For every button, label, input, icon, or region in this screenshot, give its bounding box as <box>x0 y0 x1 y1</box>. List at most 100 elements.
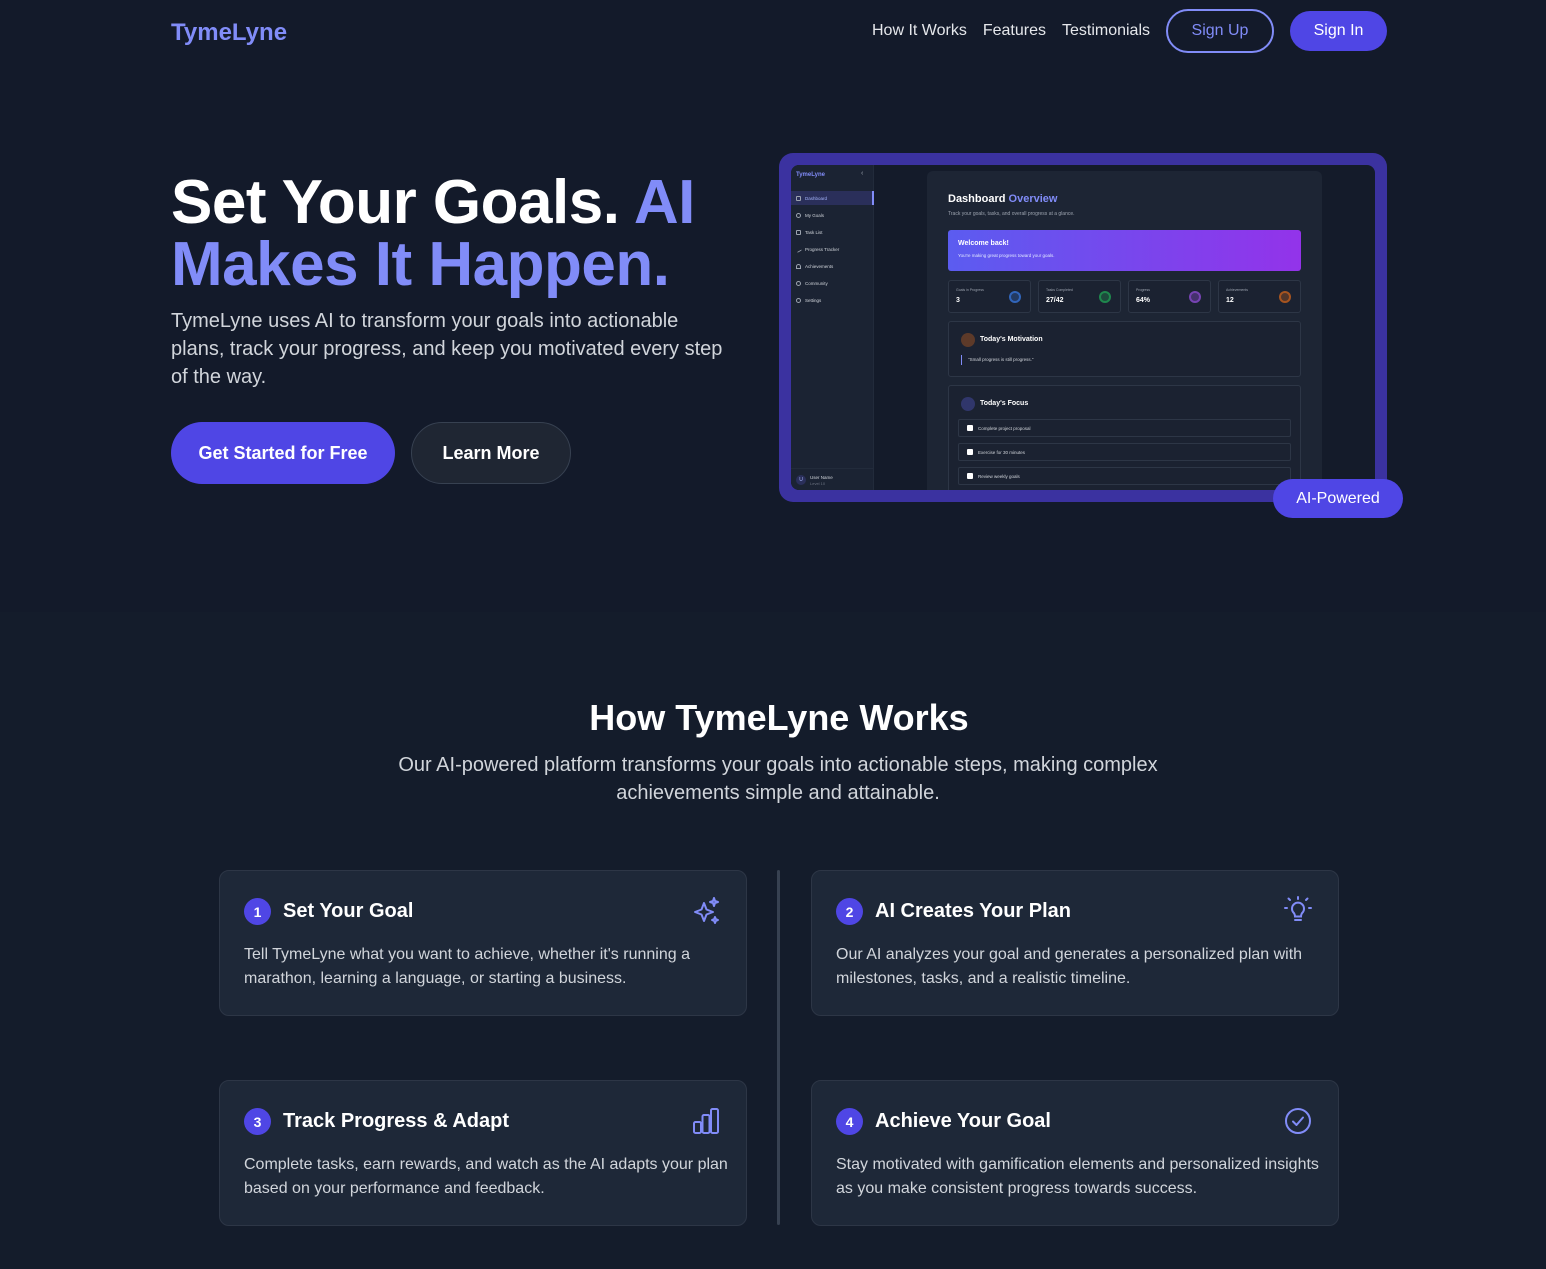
preview-nav-label: Task List <box>805 229 823 235</box>
step-description: Complete tasks, earn rewards, and watch … <box>244 1156 728 1197</box>
preview-nav-label: My Goals <box>805 212 825 218</box>
hero-description: TymeLyne uses AI to transform your goals… <box>171 310 723 388</box>
check-circle-icon <box>1285 1108 1311 1134</box>
step-number: 3 <box>244 1108 271 1135</box>
preview-nav-achievements: Achievements <box>791 259 874 273</box>
step-title: Achieve Your Goal <box>875 1110 1051 1132</box>
preview-user: U User Name Level 10 <box>791 468 874 490</box>
preview-nav-progress: Progress Tracker <box>791 242 874 256</box>
stat-value: 12 <box>1226 297 1234 304</box>
chevron-left-icon: ‹ <box>861 170 864 177</box>
nav-link-testimonials[interactable]: Testimonials <box>1062 22 1150 40</box>
preview-title-accent: Overview <box>1008 193 1058 205</box>
award-icon <box>796 263 801 269</box>
gear-icon <box>796 297 801 303</box>
stat-card: Progress 64% <box>1128 280 1211 313</box>
preview-nav-settings: Settings <box>791 293 874 307</box>
how-title: How TymeLyne Works <box>589 697 969 738</box>
step-title: Track Progress & Adapt <box>283 1110 510 1132</box>
sign-in-button[interactable]: Sign In <box>1290 11 1387 51</box>
timeline-divider <box>777 870 780 1225</box>
checkbox <box>967 425 973 431</box>
top-nav: TymeLyne How It Works Features Testimoni… <box>0 0 1546 64</box>
target-icon <box>1009 291 1021 303</box>
motivation-title: Today's Motivation <box>980 336 1043 343</box>
preview-nav-tasks: Task List <box>791 225 874 239</box>
preview-nav-label: Dashboard <box>805 195 828 201</box>
stat-value: 27/42 <box>1046 297 1064 304</box>
motivation-card: Today's Motivation "Small progress is st… <box>948 321 1301 377</box>
focus-card: Today's Focus Complete project proposal … <box>948 385 1301 490</box>
checkbox <box>967 473 973 479</box>
step-description: Tell TymeLyne what you want to achieve, … <box>244 946 690 987</box>
preview-logo: TymeLyne <box>796 172 826 178</box>
step-description: Our AI analyzes your goal and generates … <box>836 946 1303 987</box>
dashboard-icon <box>796 195 801 201</box>
hero-title: Set Your Goals. AI Makes It Happen. <box>171 172 731 296</box>
nav-link-how-it-works[interactable]: How It Works <box>872 22 967 40</box>
step-title: Set Your Goal <box>283 900 414 922</box>
nav-links: How It Works Features Testimonials Sign … <box>872 9 1387 53</box>
step-number: 4 <box>836 1108 863 1135</box>
step-description: Stay motivated with gamification element… <box>836 1156 1319 1197</box>
welcome-title: Welcome back! <box>958 240 1009 247</box>
stat-card: Achievements 12 <box>1218 280 1301 313</box>
logo[interactable]: TymeLyne <box>171 19 287 47</box>
preview-user-name: User Name <box>810 475 833 480</box>
nav-link-features[interactable]: Features <box>983 22 1046 40</box>
preview-title-white: Dashboard <box>948 193 1006 205</box>
award-icon <box>1279 291 1291 303</box>
step-card-3: 3 Track Progress & Adapt Complete tasks,… <box>219 1080 747 1226</box>
avatar: U <box>796 475 806 485</box>
stat-label: Achievements <box>1226 288 1248 292</box>
learn-more-button[interactable]: Learn More <box>411 422 571 484</box>
stat-label: Tasks Completed <box>1046 288 1073 292</box>
ai-powered-badge: AI-Powered <box>1273 479 1403 518</box>
get-started-button[interactable]: Get Started for Free <box>171 422 395 484</box>
preview-main-panel: Dashboard Overview Track your goals, tas… <box>927 171 1322 490</box>
task-label: Complete project proposal <box>978 425 1031 431</box>
checklist-icon <box>796 229 801 235</box>
preview-user-level: Level 10 <box>810 481 826 486</box>
preview-welcome-banner: Welcome back! You're making great progre… <box>948 230 1301 271</box>
sparkle-icon <box>961 333 975 347</box>
step-number: 2 <box>836 898 863 925</box>
preview-nav-dashboard: Dashboard <box>791 191 874 205</box>
preview-sidebar: TymeLyne ‹ Dashboard My Goals Task List … <box>791 165 874 490</box>
stat-value: 64% <box>1136 297 1151 304</box>
bar-chart-icon <box>693 1108 719 1134</box>
preview-nav-label: Settings <box>805 297 822 303</box>
preview-nav-label: Community <box>805 280 828 286</box>
preview-title: Dashboard Overview <box>948 193 1057 205</box>
preview-nav-community: Community <box>791 276 874 290</box>
focus-task: Complete project proposal <box>958 419 1291 437</box>
preview-nav-label: Achievements <box>805 263 834 269</box>
sign-up-button[interactable]: Sign Up <box>1166 9 1274 53</box>
step-card-4: 4 Achieve Your Goal Stay motivated with … <box>811 1080 1339 1226</box>
preview-subtitle: Track your goals, tasks, and overall pro… <box>948 211 1075 217</box>
stat-card: Tasks Completed 27/42 <box>1038 280 1121 313</box>
target-icon <box>796 212 801 218</box>
focus-task: Review weekly goals <box>958 467 1291 485</box>
check-icon <box>1099 291 1111 303</box>
sparkles-icon <box>694 897 719 924</box>
step-card-1: 1 Set Your Goal Tell TymeLyne what you w… <box>219 870 747 1016</box>
dashboard-preview: TymeLyne ‹ Dashboard My Goals Task List … <box>791 165 1375 490</box>
focus-task: Exercise for 30 minutes <box>958 443 1291 461</box>
task-label: Review weekly goals <box>978 473 1020 479</box>
users-icon <box>796 280 801 286</box>
step-title: AI Creates Your Plan <box>875 900 1071 922</box>
trend-icon <box>1189 291 1201 303</box>
preview-nav-goals: My Goals <box>791 208 874 222</box>
trend-icon <box>795 245 802 253</box>
step-card-2: 2 AI Creates Your Plan Our AI analyzes y… <box>811 870 1339 1016</box>
checkbox <box>967 449 973 455</box>
stat-label: Goals in Progress <box>956 288 984 292</box>
how-description: Our AI-powered platform transforms your … <box>398 754 1158 804</box>
preview-nav-label: Progress Tracker <box>805 246 840 252</box>
stat-label: Progress <box>1136 288 1151 292</box>
focus-title: Today's Focus <box>980 400 1029 407</box>
checklist-icon <box>961 397 975 411</box>
step-number: 1 <box>244 898 271 925</box>
welcome-subtitle: You're making great progress toward your… <box>958 253 1055 258</box>
